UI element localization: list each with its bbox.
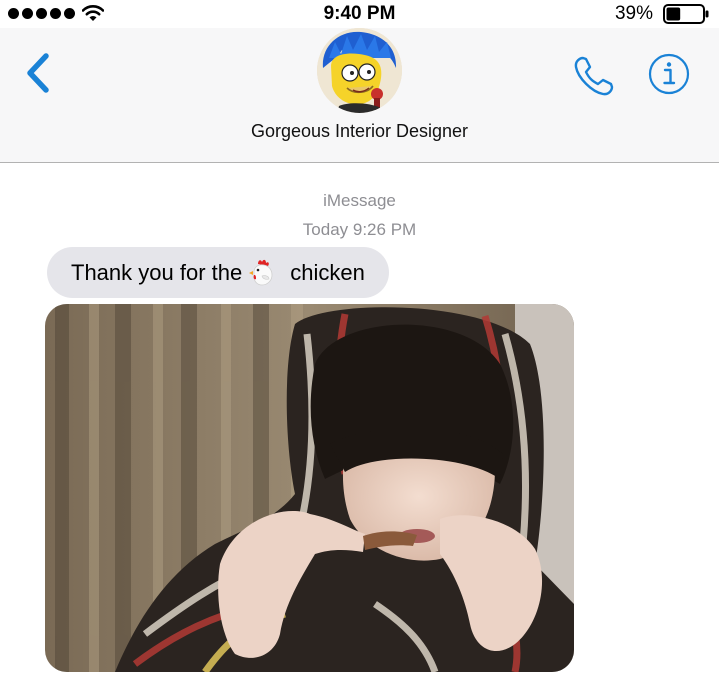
- conversation-header: Gorgeous Interior Designer: [0, 28, 719, 163]
- battery-icon: [663, 4, 709, 24]
- message-text-start: Thank you for the: [71, 259, 243, 285]
- battery-percent: 39%: [614, 3, 653, 24]
- contact-avatar[interactable]: [317, 28, 402, 113]
- info-icon[interactable]: [648, 53, 690, 95]
- message-timestamp: Today 9:26 PM: [302, 220, 417, 239]
- cartoon-avatar-image: [317, 28, 402, 113]
- service-label: iMessage: [323, 191, 396, 210]
- phone-icon[interactable]: [570, 50, 620, 100]
- chicken-emoji-icon: [249, 259, 273, 285]
- status-bar: 9:40 PM 39%: [0, 0, 719, 28]
- photo-attachment[interactable]: [45, 304, 574, 672]
- imessage-conversation-screen: 9:40 PM 39% Gorgeous Interior Designer i…: [0, 0, 719, 685]
- status-time: 9:40 PM: [323, 3, 396, 24]
- incoming-message-bubble[interactable]: Thank you for the chicken: [47, 247, 389, 298]
- back-chevron-icon[interactable]: [20, 50, 60, 96]
- message-text-end: chicken: [290, 259, 365, 285]
- contact-name[interactable]: Gorgeous Interior Designer: [0, 121, 719, 142]
- photo-image: [45, 304, 574, 672]
